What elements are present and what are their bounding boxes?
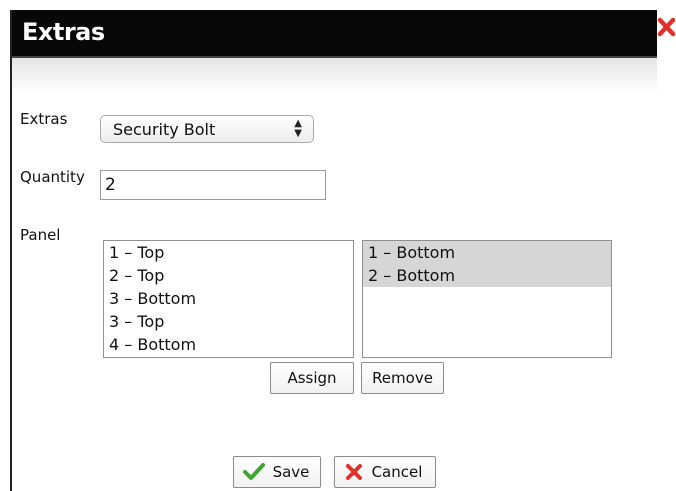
remove-button[interactable]: Remove <box>361 362 444 394</box>
save-button-label: Save <box>272 463 310 481</box>
save-button[interactable]: Save <box>233 456 321 488</box>
panel-label: Panel <box>20 226 61 244</box>
close-x-icon[interactable] <box>657 16 676 38</box>
list-item[interactable]: 2 – Top <box>104 264 353 287</box>
checkmark-icon <box>243 463 265 480</box>
quantity-input[interactable]: 2 <box>100 170 326 200</box>
assigned-panels-list[interactable]: 1 – Bottom 2 – Bottom <box>362 240 612 358</box>
list-item[interactable]: 1 – Bottom <box>363 241 611 264</box>
header-shade <box>12 58 657 94</box>
cancel-button[interactable]: Cancel <box>334 456 436 488</box>
remove-button-label: Remove <box>372 369 433 387</box>
assign-button[interactable]: Assign <box>270 362 354 394</box>
red-x-icon <box>346 464 362 480</box>
quantity-value: 2 <box>105 175 116 195</box>
extras-select[interactable]: Security Bolt ▲ ▼ <box>100 115 314 143</box>
extras-label: Extras <box>20 110 68 128</box>
list-item[interactable]: 1 – Top <box>104 241 353 264</box>
list-item[interactable]: 2 – Bottom <box>363 264 611 287</box>
extras-select-value: Security Bolt <box>113 120 216 139</box>
select-arrows-icon: ▲ ▼ <box>294 118 302 139</box>
extras-dialog: Extras Extras Security Bolt ▲ ▼ Quantity … <box>10 10 657 491</box>
available-panels-list[interactable]: 1 – Top 2 – Top 3 – Bottom 3 – Top 4 – B… <box>103 240 354 358</box>
dialog-title: Extras <box>22 18 105 46</box>
cancel-button-label: Cancel <box>371 463 423 481</box>
quantity-label: Quantity <box>20 168 85 186</box>
list-item[interactable]: 3 – Top <box>104 310 353 333</box>
list-item[interactable]: 3 – Bottom <box>104 287 353 310</box>
list-item[interactable]: 4 – Bottom <box>104 333 353 356</box>
dialog-titlebar: Extras <box>12 10 657 58</box>
assign-button-label: Assign <box>287 369 337 387</box>
